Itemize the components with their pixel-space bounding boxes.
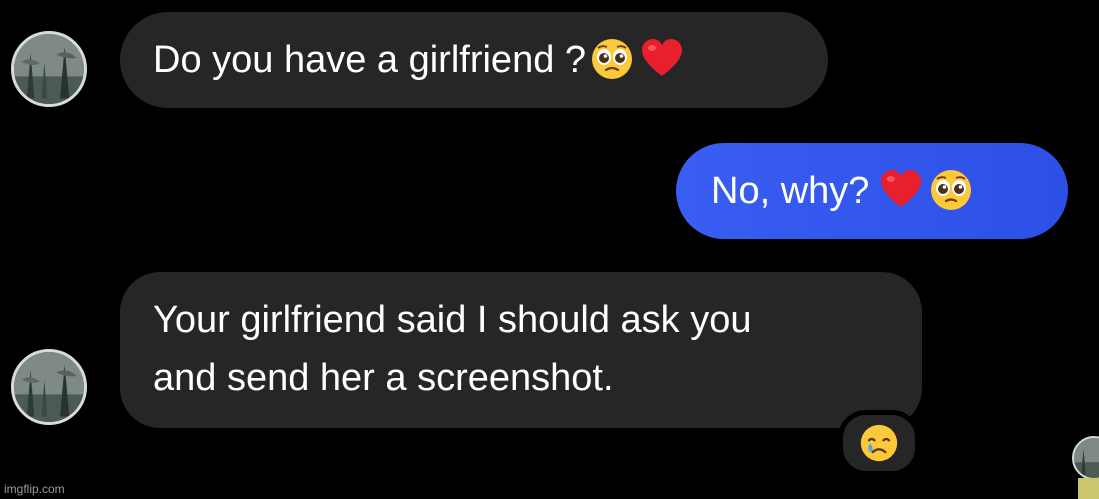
watermark: imgflip.com bbox=[4, 482, 65, 496]
contact-avatar[interactable] bbox=[11, 31, 87, 107]
red-heart-icon bbox=[879, 168, 923, 212]
avatar-image bbox=[1074, 438, 1099, 478]
avatar-image bbox=[14, 34, 84, 104]
avatar-image bbox=[14, 352, 84, 422]
pleading-face-icon bbox=[590, 37, 634, 81]
message-text: No, why? bbox=[711, 170, 870, 212]
message-bubble-incoming[interactable]: Do you have a girlfriend ? bbox=[120, 12, 828, 108]
crying-face-icon bbox=[859, 423, 899, 463]
message-text-line: and send her a screenshot. bbox=[153, 357, 614, 399]
pleading-face-icon bbox=[929, 168, 973, 212]
message-bubble-incoming[interactable]: Your girlfriend said I should ask you an… bbox=[120, 272, 922, 428]
red-heart-icon bbox=[640, 37, 684, 81]
message-text-line: Your girlfriend said I should ask you bbox=[153, 299, 752, 341]
message-bubble-outgoing[interactable]: No, why? bbox=[676, 143, 1068, 239]
message-text: Do you have a girlfriend ? bbox=[153, 39, 587, 81]
corner-marker bbox=[1078, 478, 1099, 499]
read-receipt-avatar bbox=[1072, 436, 1099, 480]
message-reaction[interactable] bbox=[838, 410, 920, 476]
contact-avatar[interactable] bbox=[11, 349, 87, 425]
